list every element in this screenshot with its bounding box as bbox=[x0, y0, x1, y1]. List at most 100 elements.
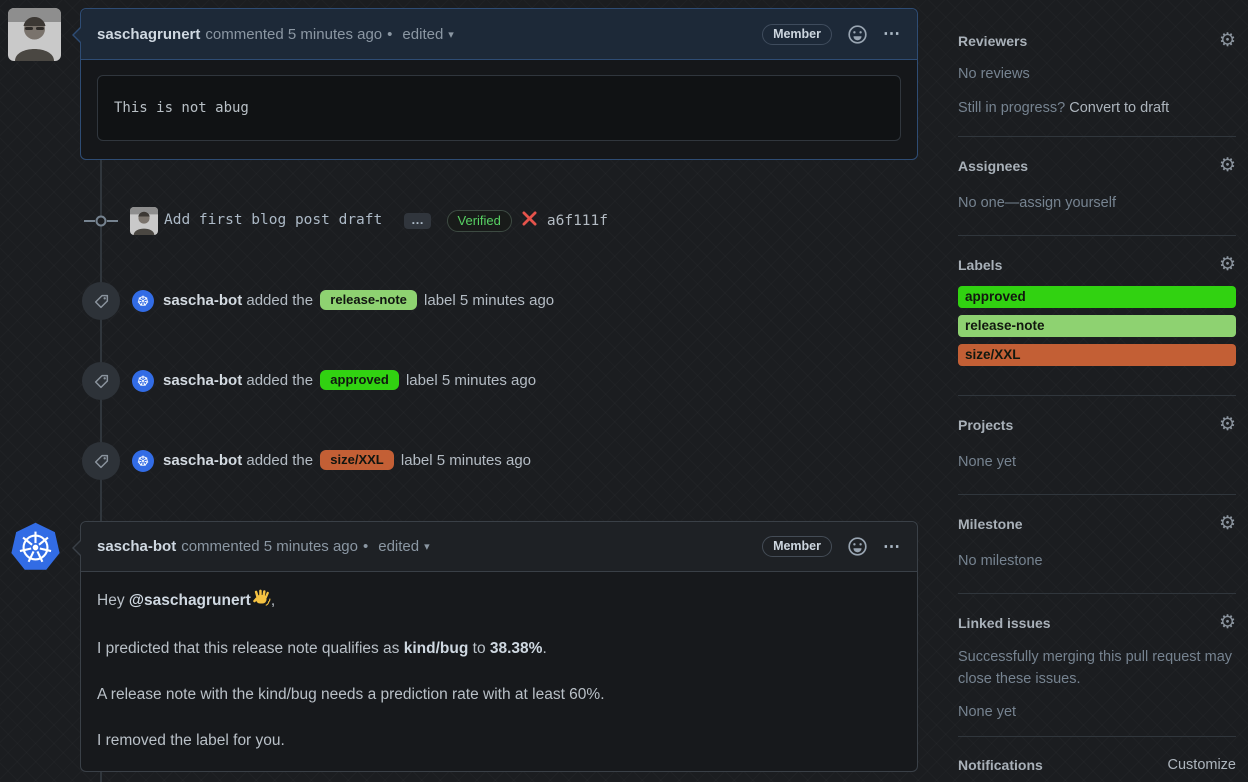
linked-issues-empty: None yet bbox=[958, 704, 1017, 720]
avatar-saschagrunert[interactable] bbox=[8, 8, 61, 61]
comment-body: Hey @saschagrunert, I predicted that thi… bbox=[81, 572, 917, 769]
sidebar-section-projects: Projects ⚙ None yet bbox=[958, 396, 1236, 495]
kubernetes-wheel-icon bbox=[137, 375, 149, 387]
text-segment: to bbox=[468, 640, 490, 657]
avatar-sascha-bot[interactable] bbox=[132, 290, 154, 312]
commit-event: Add first blog post draft … Verified a6f… bbox=[0, 206, 938, 236]
label-pill[interactable]: approved bbox=[320, 370, 399, 390]
comment-header: saschagrunert commented 5 minutes ago • … bbox=[81, 9, 917, 60]
verified-badge[interactable]: Verified bbox=[446, 210, 512, 232]
label-event: sascha-bot added the release-note label … bbox=[0, 282, 938, 320]
text-segment: , bbox=[270, 592, 276, 609]
edited-label: edited bbox=[402, 25, 444, 43]
waving-hand-emoji-icon bbox=[253, 589, 271, 615]
comment-saschagrunert: saschagrunert commented 5 minutes ago • … bbox=[72, 8, 918, 160]
section-title: Milestone bbox=[958, 516, 1023, 532]
assignees-empty-text: No one— bbox=[958, 195, 1020, 211]
person-portrait-icon bbox=[8, 8, 61, 61]
section-title: Linked issues bbox=[958, 615, 1051, 631]
event-text: sascha-bot added the release-note label … bbox=[163, 290, 554, 310]
linked-issues-description: Successfully merging this pull request m… bbox=[958, 649, 1233, 687]
label-event: sascha-bot added the size/XXL label 5 mi… bbox=[0, 442, 938, 480]
text-segment: Hey bbox=[97, 592, 129, 609]
label-event: sascha-bot added the approved label 5 mi… bbox=[0, 362, 938, 400]
edited-label: edited bbox=[378, 538, 420, 555]
edited-dropdown[interactable]: edited ▾ bbox=[378, 538, 429, 555]
event-text: sascha-bot added the size/XXL label 5 mi… bbox=[163, 450, 531, 470]
add-reaction-icon[interactable] bbox=[848, 537, 867, 556]
user-mention-link[interactable]: @saschagrunert bbox=[129, 592, 251, 609]
person-portrait-icon bbox=[130, 207, 158, 235]
tag-icon bbox=[82, 282, 120, 320]
avatar-sascha-bot[interactable] bbox=[9, 521, 62, 574]
comment-timestamp[interactable]: 5 minutes ago bbox=[264, 538, 358, 555]
event-author[interactable]: sascha-bot bbox=[163, 452, 242, 469]
still-in-progress-text: Still in progress? bbox=[958, 100, 1070, 116]
label-pill[interactable]: release-note bbox=[958, 315, 1236, 337]
label-pill[interactable]: size/XXL bbox=[320, 450, 394, 470]
gear-icon[interactable]: ⚙ bbox=[1219, 613, 1236, 632]
avatar-sascha-bot[interactable] bbox=[132, 450, 154, 472]
kubernetes-logo-icon bbox=[11, 522, 60, 570]
customize-link[interactable]: Customize bbox=[1168, 757, 1237, 773]
chevron-down-icon: ▾ bbox=[448, 28, 454, 41]
label-pill[interactable]: size/XXL bbox=[958, 344, 1236, 366]
avatar-sascha-bot[interactable] bbox=[132, 370, 154, 392]
sidebar-section-reviewers: Reviewers ⚙ No reviews Still in progress… bbox=[958, 30, 1236, 137]
gear-icon[interactable]: ⚙ bbox=[1219, 156, 1236, 175]
comment-body: This is not abug bbox=[81, 60, 917, 160]
tag-icon bbox=[82, 362, 120, 400]
sidebar-section-assignees: Assignees ⚙ No one—assign yourself bbox=[958, 137, 1236, 236]
assign-yourself-link[interactable]: assign yourself bbox=[1019, 195, 1116, 211]
comment-author[interactable]: saschagrunert bbox=[97, 26, 200, 43]
projects-empty: None yet bbox=[958, 454, 1017, 470]
comment-sascha-bot: sascha-bot commented 5 minutes ago • edi… bbox=[72, 521, 918, 772]
label-pill[interactable]: approved bbox=[958, 286, 1236, 308]
comment-action: commented bbox=[205, 25, 284, 43]
event-prefix: added the bbox=[242, 372, 318, 389]
paragraph: Hey @saschagrunert, bbox=[97, 589, 901, 615]
ci-failure-x-icon[interactable] bbox=[522, 211, 537, 231]
chevron-down-icon: ▾ bbox=[424, 541, 430, 553]
comment-timestamp[interactable]: 5 minutes ago bbox=[288, 26, 382, 43]
separator-dot: • bbox=[387, 25, 393, 43]
text-segment: I predicted that this release note quali… bbox=[97, 640, 404, 657]
code-block: This is not abug bbox=[97, 75, 901, 141]
kebab-menu-icon[interactable]: ⋯ bbox=[883, 537, 901, 557]
event-author[interactable]: sascha-bot bbox=[163, 372, 242, 389]
commit-message-link[interactable]: Add first blog post draft bbox=[164, 212, 382, 228]
add-reaction-icon[interactable] bbox=[848, 24, 867, 44]
section-title: Notifications bbox=[958, 757, 1043, 773]
comment-header: sascha-bot commented 5 minutes ago • edi… bbox=[81, 522, 917, 572]
pr-sidebar: Reviewers ⚙ No reviews Still in progress… bbox=[958, 30, 1236, 782]
edited-dropdown[interactable]: edited ▾ bbox=[402, 26, 453, 43]
event-prefix: added the bbox=[242, 292, 318, 309]
gear-icon[interactable]: ⚙ bbox=[1219, 415, 1236, 434]
gear-icon[interactable]: ⚙ bbox=[1219, 31, 1236, 50]
sidebar-section-milestone: Milestone ⚙ No milestone bbox=[958, 495, 1236, 594]
comment-author[interactable]: sascha-bot bbox=[97, 538, 176, 555]
sidebar-section-labels: Labels ⚙ approved release-note size/XXL bbox=[958, 236, 1236, 396]
event-suffix: label 5 minutes ago bbox=[401, 372, 537, 389]
labels-list: approved release-note size/XXL bbox=[958, 286, 1236, 366]
comment-action: commented bbox=[181, 538, 260, 555]
event-text: sascha-bot added the approved label 5 mi… bbox=[163, 370, 536, 390]
text-segment: . bbox=[542, 640, 547, 657]
section-title: Reviewers bbox=[958, 33, 1028, 49]
milestone-empty: No milestone bbox=[958, 553, 1043, 569]
kebab-menu-icon[interactable]: ⋯ bbox=[883, 24, 901, 44]
git-commit-icon bbox=[84, 213, 118, 234]
gear-icon[interactable]: ⚙ bbox=[1219, 255, 1236, 274]
label-pill[interactable]: release-note bbox=[320, 290, 417, 310]
commit-sha-link[interactable]: a6f111f bbox=[547, 213, 608, 229]
commit-author-avatar[interactable] bbox=[130, 207, 158, 235]
commit-expand-button[interactable]: … bbox=[404, 213, 431, 229]
separator-dot: • bbox=[362, 538, 369, 555]
member-badge: Member bbox=[762, 536, 832, 557]
gear-icon[interactable]: ⚙ bbox=[1219, 514, 1236, 533]
event-author[interactable]: sascha-bot bbox=[163, 292, 242, 309]
text-segment-bold: 38.38% bbox=[489, 640, 543, 657]
convert-to-draft-link[interactable]: Convert to draft bbox=[1069, 100, 1169, 116]
sidebar-section-linked-issues: Linked issues ⚙ Successfully merging thi… bbox=[958, 594, 1236, 737]
paragraph: I removed the label for you. bbox=[97, 732, 285, 749]
